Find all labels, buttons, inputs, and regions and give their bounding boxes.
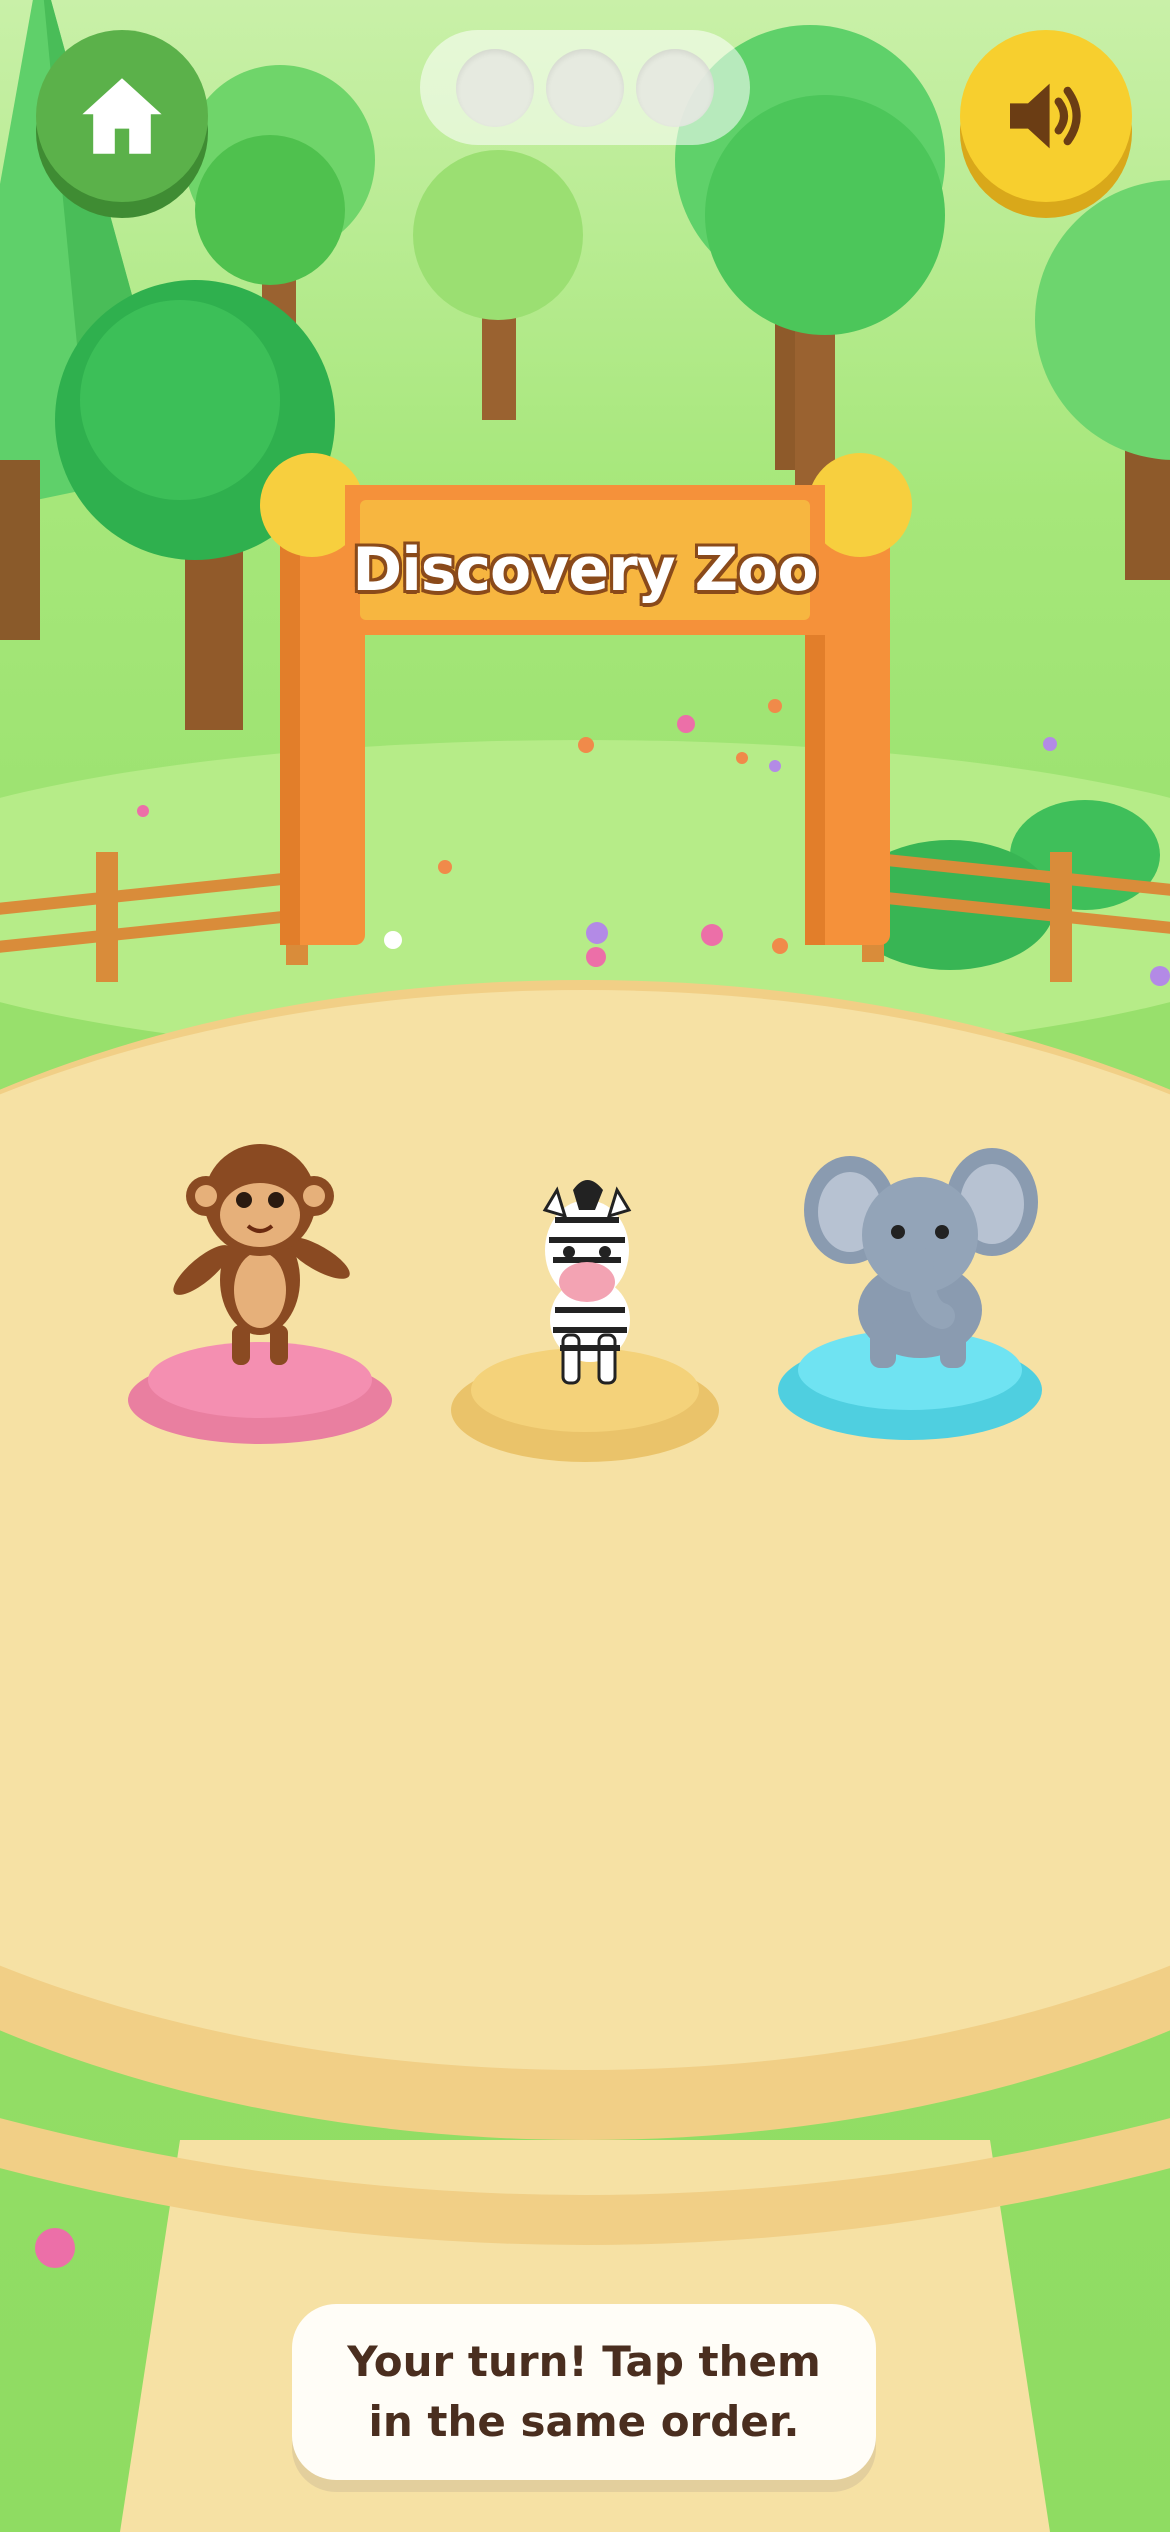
home-icon bbox=[82, 78, 162, 154]
animal-zebra[interactable] bbox=[445, 1170, 725, 1470]
tree bbox=[1035, 180, 1170, 580]
game-stage: Discovery Zoo Your turn! Tap them in the… bbox=[0, 0, 1170, 2532]
sound-button[interactable] bbox=[960, 30, 1132, 202]
instruction-line-1: Your turn! Tap them bbox=[347, 2337, 821, 2386]
progress-dot bbox=[546, 48, 624, 127]
sign-title: Discovery Zoo bbox=[352, 535, 818, 605]
pedestal bbox=[148, 1342, 372, 1418]
speaker-icon bbox=[1010, 83, 1081, 149]
animal-elephant[interactable] bbox=[770, 1140, 1060, 1440]
instruction-line-2: in the same order. bbox=[368, 2397, 800, 2446]
progress-dot bbox=[456, 48, 534, 127]
animal-monkey[interactable] bbox=[120, 1130, 400, 1450]
home-button[interactable] bbox=[36, 30, 208, 202]
tree bbox=[413, 150, 583, 420]
instruction-banner: Your turn! Tap them in the same order. bbox=[292, 2304, 876, 2480]
elephant-figure bbox=[804, 1148, 1038, 1368]
progress-dot bbox=[636, 48, 714, 127]
monkey-figure bbox=[173, 1144, 350, 1365]
progress-indicator bbox=[420, 30, 750, 145]
